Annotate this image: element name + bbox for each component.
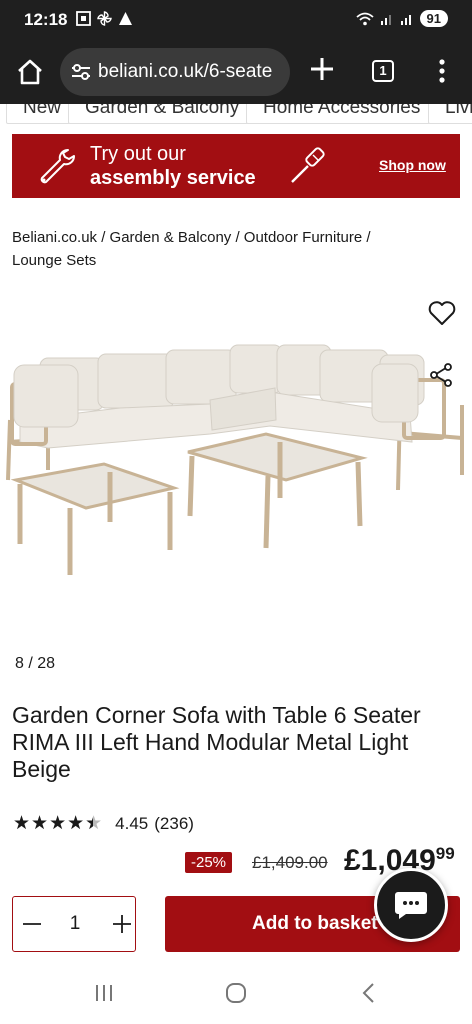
category-nav: New Garden & Balcony Home Accessories Li… xyxy=(0,104,472,126)
quantity-stepper: 1 xyxy=(12,896,136,952)
product-title: Garden Corner Sofa with Table 6 Seater R… xyxy=(12,702,421,782)
wrench-icon xyxy=(40,149,75,184)
wifi-icon xyxy=(355,12,374,25)
status-bar: 12:18 91 xyxy=(0,0,472,40)
recent-apps-icon[interactable] xyxy=(93,982,115,1004)
share-icon[interactable] xyxy=(428,362,454,388)
minus-icon[interactable] xyxy=(19,911,45,937)
banner-line1: Try out our xyxy=(90,143,186,165)
status-time: 12:18 xyxy=(24,10,68,29)
rating-stars: ★★★★★ ★★★★★ xyxy=(13,813,104,834)
signal-icon xyxy=(400,14,411,25)
android-navigation-bar xyxy=(0,968,472,1024)
gallery-counter: 8 / 28 xyxy=(15,655,56,672)
category-nav-item[interactable]: Garden & Balcony xyxy=(68,104,257,124)
pinwheel-icon xyxy=(97,11,112,26)
category-nav-item[interactable]: Livi xyxy=(428,104,472,124)
product-rating[interactable]: ★★★★★ ★★★★★ 4.45 (236) xyxy=(13,813,194,835)
rating-value: 4.45 xyxy=(115,814,149,833)
chat-button[interactable] xyxy=(374,868,448,942)
status-notification-icons xyxy=(76,11,133,26)
overflow-menu-icon[interactable] xyxy=(436,58,448,84)
quantity-value[interactable]: 1 xyxy=(63,913,87,935)
warning-icon xyxy=(119,12,132,25)
back-icon[interactable] xyxy=(358,982,380,1004)
home-icon[interactable] xyxy=(225,982,247,1004)
screwdriver-icon xyxy=(291,147,325,183)
screenshot-icon xyxy=(76,11,91,26)
tab-switcher-button[interactable]: 1 xyxy=(372,60,394,82)
plus-icon[interactable] xyxy=(109,911,135,937)
breadcrumb[interactable]: Beliani.co.uk / Garden & Balcony / Outdo… xyxy=(12,226,422,272)
browser-toolbar: beliani.co.uk/6-seate 1 xyxy=(0,40,472,104)
assembly-service-banner[interactable]: Try out our assembly service Shop now xyxy=(12,134,460,198)
new-tab-icon[interactable] xyxy=(309,56,335,82)
product-image[interactable] xyxy=(0,330,472,600)
price-pence: 99 xyxy=(435,844,455,863)
chat-bubble-icon xyxy=(395,892,427,919)
url-text[interactable]: beliani.co.uk/6-seate xyxy=(98,61,286,83)
shop-now-link[interactable]: Shop now xyxy=(379,157,446,173)
home-icon[interactable] xyxy=(14,56,46,88)
signal-icon xyxy=(380,14,391,25)
site-settings-icon[interactable] xyxy=(70,62,92,82)
discount-badge: -25% xyxy=(185,852,233,873)
battery-level: 91 xyxy=(419,10,448,27)
wishlist-heart-icon[interactable] xyxy=(428,300,456,326)
rating-count[interactable]: (236) xyxy=(154,814,194,834)
banner-line2: assembly service xyxy=(90,167,256,189)
status-system-icons: 91 xyxy=(355,10,448,27)
old-price: £1,409.00 xyxy=(252,853,328,872)
category-nav-item[interactable]: Home Accessories xyxy=(246,104,438,124)
address-bar[interactable]: beliani.co.uk/6-seate xyxy=(60,48,290,96)
